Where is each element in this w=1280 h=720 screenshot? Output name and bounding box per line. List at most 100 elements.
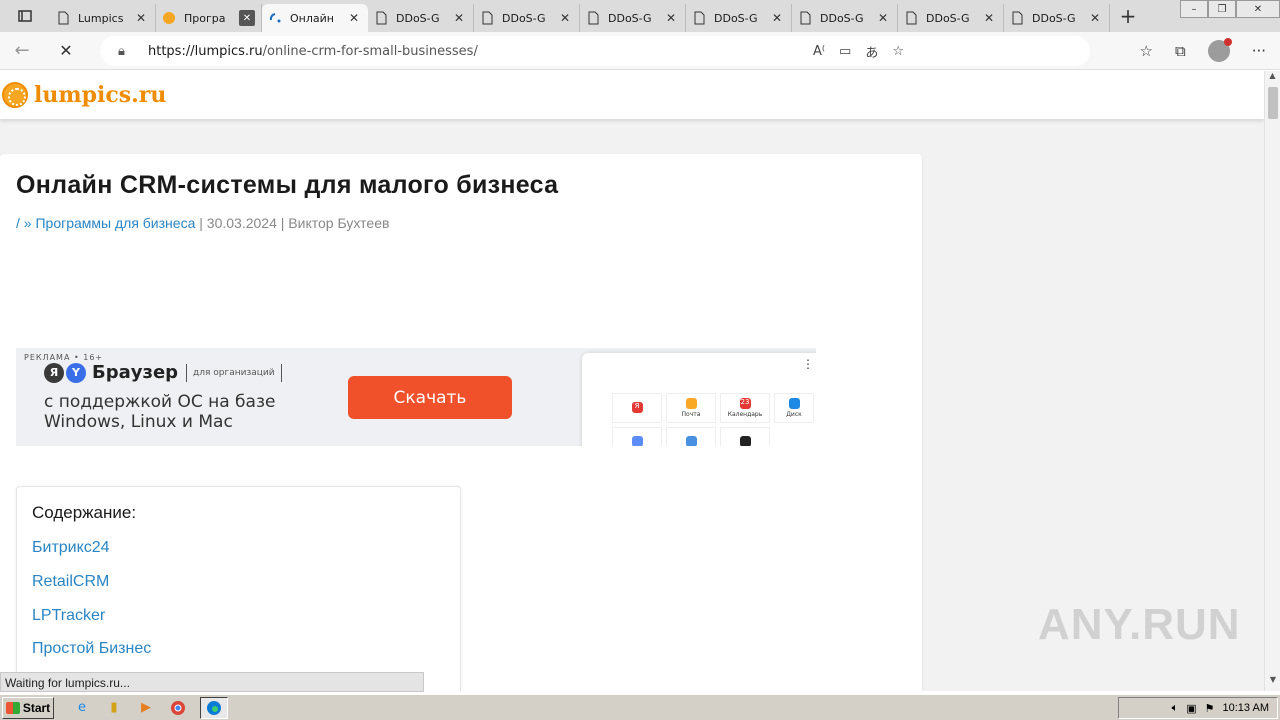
article-meta: / » Программы для бизнеса | 30.03.2024 |… — [16, 215, 389, 231]
ad-label: РЕКЛАМА • 16+ — [24, 353, 104, 362]
ad-options-icon[interactable]: ⋮ — [802, 357, 814, 371]
scroll-down-icon[interactable]: ▼ — [1265, 675, 1280, 691]
close-icon[interactable]: ✕ — [769, 10, 785, 26]
scroll-thumb[interactable] — [1268, 87, 1278, 119]
volume-icon[interactable]: 🔈︎ — [1172, 702, 1179, 715]
close-icon[interactable]: ✕ — [663, 10, 679, 26]
tab-actions-button[interactable] — [0, 0, 50, 32]
ad-tile: Почта — [666, 393, 716, 423]
restore-button[interactable]: ❐ — [1208, 0, 1236, 18]
close-icon[interactable]: ✕ — [557, 10, 573, 26]
back-button[interactable]: ← — [0, 32, 44, 70]
stop-loading-button[interactable]: ✕ — [44, 32, 88, 70]
browser-tab[interactable]: DDoS-G ✕ — [1004, 4, 1110, 32]
profile-avatar[interactable] — [1207, 38, 1232, 62]
close-icon[interactable]: ✕ — [981, 10, 997, 26]
close-icon[interactable]: ✕ — [1087, 10, 1103, 26]
page-icon — [906, 11, 917, 25]
browser-tab[interactable]: Програ ✕ — [156, 4, 262, 32]
ad-brand: Я Y Браузер — [44, 362, 178, 383]
read-aloud-icon[interactable]: A⁽ — [813, 44, 825, 59]
tab-title: DDoS-G — [502, 11, 546, 25]
loading-icon — [269, 13, 281, 23]
translate-icon[interactable]: あ — [865, 42, 878, 61]
url-field[interactable]: 🔒︎ https://lumpics.ru/online-crm-for-sma… — [100, 36, 1090, 66]
ad-org-label: для организаций — [186, 364, 282, 382]
media-player-icon[interactable]: ▶ — [136, 698, 156, 718]
close-icon[interactable]: ✕ — [346, 10, 362, 26]
minimize-button[interactable]: – — [1180, 0, 1208, 18]
tab-title: DDoS-G — [608, 11, 652, 25]
toc-item[interactable]: LPTracker — [32, 607, 105, 625]
toolbar-right: ☆ ⧉ ··· — [1140, 32, 1266, 70]
article-card: Онлайн CRM-системы для малого бизнеса / … — [0, 154, 922, 691]
close-icon[interactable]: ✕ — [133, 10, 149, 26]
tab-title: DDoS-G — [1032, 11, 1076, 25]
window-controls: – ❐ ✕ — [1180, 0, 1280, 18]
meta-separator: | — [276, 215, 289, 231]
ad-download-button[interactable]: Скачать — [348, 376, 512, 419]
logo-text: lumpics.ru — [34, 82, 167, 108]
collections-icon[interactable]: ⧉ — [1175, 42, 1186, 60]
toc-item[interactable]: Простой Бизнес — [32, 640, 151, 658]
system-tray: 🔈︎ ▣ ⚑ 10:13 AM — [1118, 697, 1278, 719]
orange-favicon-icon — [163, 12, 175, 24]
toc-item[interactable]: RetailCRM — [32, 573, 109, 591]
url-actions: A⁽ ▭ あ ☆ — [813, 36, 904, 66]
ad-tile — [720, 427, 770, 446]
add-favorite-icon[interactable]: ☆ — [892, 44, 904, 59]
tab-title: Lumpics — [78, 11, 124, 25]
clock: 10:13 AM — [1222, 702, 1269, 714]
page-title: Онлайн CRM-системы для малого бизнеса — [16, 171, 559, 199]
tab-title: Програ — [184, 11, 226, 25]
site-header: lumpics.ru — [0, 71, 1264, 119]
site-logo[interactable]: lumpics.ru — [2, 82, 166, 108]
tab-title: DDoS-G — [714, 11, 758, 25]
immersive-reader-icon[interactable]: ▭ — [839, 44, 851, 59]
vertical-scrollbar[interactable]: ▲ ▼ — [1264, 71, 1280, 691]
close-icon[interactable]: ✕ — [239, 10, 255, 26]
ad-tile: Диск — [774, 393, 814, 423]
start-button[interactable]: Start — [2, 696, 54, 719]
tab-strip: Lumpics ✕ Програ ✕ Онлайн ✕ DDoS-G ✕ DDo… — [0, 0, 1280, 32]
favorites-icon[interactable]: ☆ — [1140, 42, 1153, 60]
close-icon[interactable]: ✕ — [451, 10, 467, 26]
watermark: ANY.RUN — [1038, 600, 1241, 649]
close-window-button[interactable]: ✕ — [1236, 0, 1280, 18]
browser-tab-active[interactable]: Онлайн ✕ — [262, 4, 368, 32]
tab-title: DDoS-G — [396, 11, 440, 25]
flag-icon[interactable]: ⚑ — [1205, 702, 1215, 715]
article-author: Виктор Бухтеев — [288, 215, 390, 231]
address-bar-row: ← ✕ 🔒︎ https://lumpics.ru/online-crm-for… — [0, 32, 1280, 70]
more-menu-icon[interactable]: ··· — [1252, 42, 1266, 60]
taskbar: Start e ▮ ▶ 🔈︎ ▣ ⚑ 10:13 AM — [0, 694, 1280, 720]
toc-item[interactable]: Битрикс24 — [32, 539, 110, 557]
network-icon[interactable]: ▣ — [1186, 702, 1196, 715]
page-icon — [376, 11, 387, 25]
browser-tab[interactable]: DDoS-G ✕ — [580, 4, 686, 32]
browser-tab[interactable]: DDoS-G ✕ — [686, 4, 792, 32]
ie-icon[interactable]: e — [72, 698, 92, 718]
tab-actions-icon — [18, 10, 32, 22]
ad-brand-name: Браузер — [92, 362, 179, 383]
scroll-up-icon[interactable]: ▲ — [1265, 71, 1280, 87]
folder-icon[interactable]: ▮ — [104, 698, 124, 718]
ad-tile: Я — [612, 393, 662, 423]
close-icon[interactable]: ✕ — [875, 10, 891, 26]
browser-tab[interactable]: Lumpics ✕ — [50, 4, 156, 32]
browser-tab[interactable]: DDoS-G ✕ — [898, 4, 1004, 32]
browser-tab[interactable]: DDoS-G ✕ — [368, 4, 474, 32]
browser-tab[interactable]: DDoS-G ✕ — [474, 4, 580, 32]
edge-icon[interactable] — [200, 696, 228, 719]
page-icon — [58, 11, 69, 25]
browser-tab[interactable]: DDoS-G ✕ — [792, 4, 898, 32]
chrome-icon[interactable] — [168, 698, 188, 718]
new-tab-button[interactable]: + — [1110, 2, 1146, 30]
ad-banner[interactable]: РЕКЛАМА • 16+ Я Y Браузер для организаци… — [16, 348, 816, 446]
page-icon — [694, 11, 705, 25]
ad-tile: 23 Календарь — [720, 393, 770, 423]
tab-title: DDoS-G — [820, 11, 864, 25]
category-link[interactable]: Программы для бизнеса — [35, 215, 195, 231]
ad-text: с поддержкой ОС на базе Windows, Linux и… — [44, 392, 276, 432]
page-icon — [588, 11, 599, 25]
